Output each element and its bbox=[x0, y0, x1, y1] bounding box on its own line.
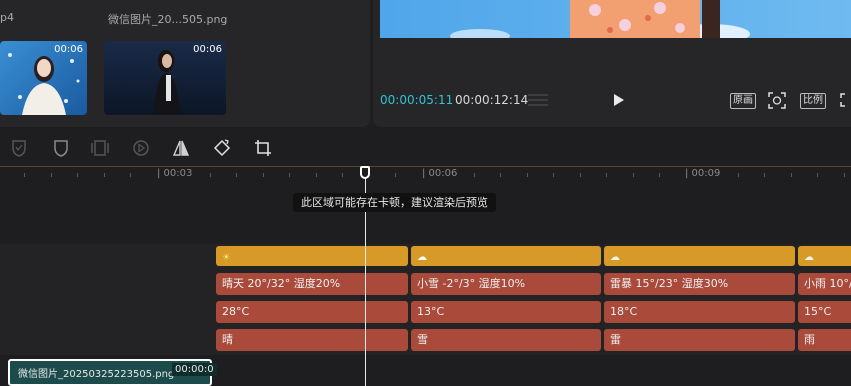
ruler-tick bbox=[316, 173, 317, 177]
sticker-clip-snow[interactable]: ☁ bbox=[411, 246, 601, 266]
ruler-tick bbox=[844, 173, 845, 177]
ratio-button[interactable]: 比例 bbox=[800, 93, 826, 109]
track-text-temp: 28°C 13°C 18°C 15°C bbox=[0, 299, 851, 327]
ruler-tick bbox=[236, 173, 237, 177]
ruler-tick bbox=[633, 173, 634, 177]
ruler-tick bbox=[764, 173, 765, 177]
text-clip[interactable]: 雷 bbox=[604, 329, 795, 351]
sticker-clip-sunny[interactable]: ☀ bbox=[216, 246, 408, 266]
ruler-tick bbox=[289, 173, 290, 177]
text-clip[interactable]: 小雨 10°/ bbox=[798, 273, 851, 295]
edit-toolbar bbox=[0, 130, 851, 166]
total-timecode: 00:00:12:14 bbox=[455, 93, 529, 107]
text-clip[interactable]: 18°C bbox=[604, 301, 795, 323]
track-text-condition: 晴 雪 雷 雨 bbox=[0, 327, 851, 355]
playhead-handle[interactable] bbox=[360, 166, 370, 179]
ruler-tick bbox=[77, 173, 78, 177]
track-sticker: ☀ ☁ ☁ ☁ bbox=[0, 244, 851, 272]
sticker-clip-thunder[interactable]: ☁ bbox=[604, 246, 795, 266]
ruler-tick bbox=[738, 173, 739, 177]
ruler-tick bbox=[24, 173, 25, 177]
rain-cloud-icon: ☁ bbox=[804, 252, 814, 263]
media-thumb-2[interactable]: 00:06 bbox=[104, 41, 226, 115]
ruler-tick bbox=[130, 173, 131, 177]
render-tooltip: 此区域可能存在卡顿，建议渲染后预览 bbox=[293, 193, 496, 212]
media-thumb-1[interactable]: 00:06 bbox=[0, 41, 87, 115]
play-icon[interactable] bbox=[612, 93, 626, 107]
sun-icon: ☀ bbox=[222, 253, 231, 263]
frame-icon[interactable] bbox=[91, 139, 109, 157]
ruler-tick bbox=[210, 173, 211, 177]
freeze-shield-icon[interactable] bbox=[10, 139, 28, 157]
text-clip[interactable]: 雪 bbox=[411, 329, 601, 351]
ruler-tick-label: | 00:06 bbox=[422, 168, 458, 179]
ruler-tick bbox=[395, 173, 396, 177]
player-preview bbox=[380, 0, 851, 38]
preview-image bbox=[380, 0, 851, 38]
ruler-tick bbox=[474, 173, 475, 177]
text-clip[interactable]: 13°C bbox=[411, 301, 601, 323]
play-circle-icon[interactable] bbox=[132, 139, 150, 157]
mirror-icon[interactable] bbox=[172, 139, 190, 157]
sticker-clip-rain[interactable]: ☁ bbox=[798, 246, 851, 266]
snow-cloud-icon: ☁ bbox=[417, 252, 427, 263]
clip-name: 微信图片_20250325223505.png bbox=[18, 369, 175, 380]
original-quality-button[interactable]: 原画 bbox=[730, 93, 756, 109]
ruler-tick-label: | 00:09 bbox=[685, 168, 721, 179]
track-text-weather: 晴天 20°/32° 湿度20% 小雪 -2°/3° 湿度10% 雷暴 15°/… bbox=[0, 271, 851, 299]
ruler-tick bbox=[342, 173, 343, 177]
timeline-ruler[interactable]: | 00:03 | 00:06 | 00:09 bbox=[0, 166, 851, 187]
ruler-tick bbox=[500, 173, 501, 177]
clip-duration: 00:00:0 bbox=[172, 363, 217, 376]
fullscreen-icon[interactable] bbox=[768, 92, 786, 109]
ruler-tick bbox=[553, 173, 554, 177]
text-clip[interactable]: 28°C bbox=[216, 301, 408, 323]
thunder-cloud-icon: ☁ bbox=[610, 252, 620, 263]
text-clip[interactable]: 15°C bbox=[798, 301, 851, 323]
ruler-tick bbox=[51, 173, 52, 177]
text-clip[interactable]: 晴天 20°/32° 湿度20% bbox=[216, 273, 408, 295]
list-icon[interactable] bbox=[527, 93, 549, 107]
ruler-tick bbox=[606, 173, 607, 177]
crop-icon[interactable] bbox=[254, 139, 272, 157]
ruler-tick bbox=[104, 173, 105, 177]
media-item-name: p4 bbox=[0, 11, 14, 24]
text-clip[interactable]: 小雪 -2°/3° 湿度10% bbox=[411, 273, 601, 295]
shield-icon[interactable] bbox=[52, 139, 70, 157]
ruler-tick bbox=[817, 173, 818, 177]
ruler-tick bbox=[527, 173, 528, 177]
thumb-duration: 00:06 bbox=[54, 44, 83, 55]
ruler-tick bbox=[263, 173, 264, 177]
thumb-duration: 00:06 bbox=[193, 44, 222, 55]
text-clip[interactable]: 雨 bbox=[798, 329, 851, 351]
media-panel: p4 微信图片_20...505.png 00:06 00:06 bbox=[0, 0, 370, 127]
ruler-tick bbox=[580, 173, 581, 177]
current-timecode: 00:00:05:11 bbox=[380, 93, 454, 107]
text-clip[interactable]: 晴 bbox=[216, 329, 408, 351]
rotate-icon[interactable] bbox=[213, 139, 231, 157]
ruler-tick-label: | 00:03 bbox=[157, 168, 193, 179]
main-video-clip[interactable]: 微信图片_20250325223505.png 00:00:0 bbox=[8, 359, 217, 386]
ruler-tick bbox=[659, 173, 660, 177]
media-item-name: 微信图片_20...505.png bbox=[108, 13, 228, 26]
expand-icon[interactable] bbox=[840, 93, 851, 107]
text-clip[interactable]: 雷暴 15°/23° 湿度30% bbox=[604, 273, 795, 295]
ruler-tick bbox=[791, 173, 792, 177]
